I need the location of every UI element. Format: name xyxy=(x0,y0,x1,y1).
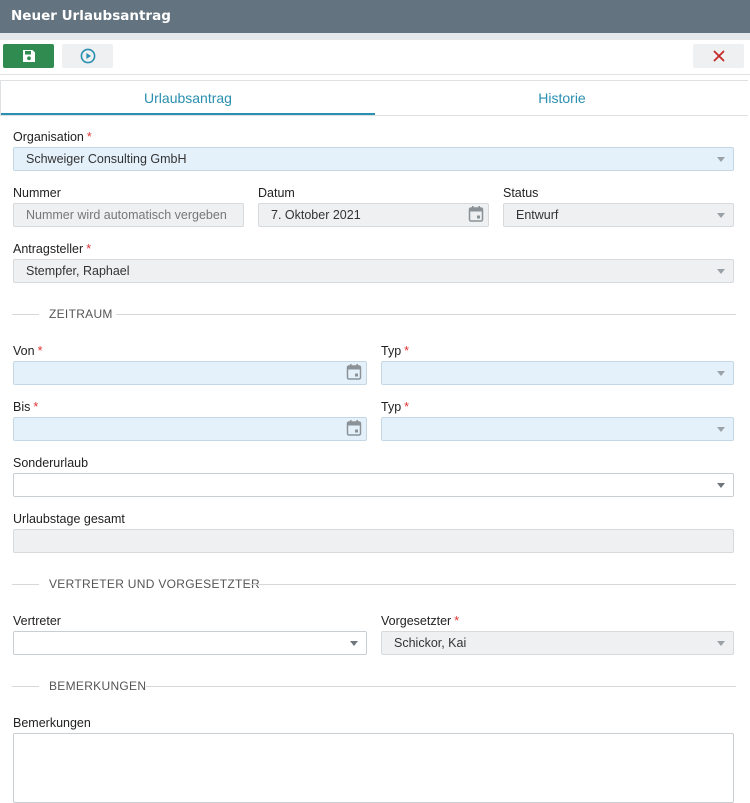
required-marker: * xyxy=(404,344,410,358)
required-marker: * xyxy=(404,400,410,414)
section-title: ZEITRAUM xyxy=(49,307,113,321)
chevron-down-icon xyxy=(717,371,725,376)
typ-label-text: Typ xyxy=(381,400,402,414)
bis-label: Bis * xyxy=(13,400,38,414)
save-button[interactable] xyxy=(3,44,54,68)
organisation-value: Schweiger Consulting GmbH xyxy=(26,152,187,166)
required-marker: * xyxy=(454,614,460,628)
antragsteller-value: Stempfer, Raphael xyxy=(26,264,130,278)
bemerkungen-label: Bemerkungen xyxy=(13,716,91,730)
sonderurlaub-label: Sonderurlaub xyxy=(13,456,89,470)
typ-bis-select[interactable] xyxy=(381,417,734,441)
divider xyxy=(116,314,736,315)
divider xyxy=(12,314,39,315)
divider xyxy=(12,584,39,585)
antragsteller-label: Antragsteller * xyxy=(13,242,91,256)
antragsteller-label-text: Antragsteller xyxy=(13,242,84,256)
calendar-icon[interactable] xyxy=(346,419,362,444)
status-label: Status xyxy=(503,186,539,200)
section-bemerkungen: BEMERKUNGEN xyxy=(12,679,736,693)
bis-date-field[interactable] xyxy=(13,417,367,441)
chevron-down-icon xyxy=(717,427,725,432)
chevron-down-icon xyxy=(717,213,725,218)
vertreter-select[interactable] xyxy=(13,631,367,655)
von-date-field[interactable] xyxy=(13,361,367,385)
typ-label-text: Typ xyxy=(381,344,402,358)
divider xyxy=(146,686,736,687)
nummer-field[interactable]: Nummer wird automatisch vergeben xyxy=(13,203,244,227)
tab-historie[interactable]: Historie xyxy=(375,81,749,115)
toolbar-separator xyxy=(0,33,750,40)
vertreter-label: Vertreter xyxy=(13,614,61,628)
section-title: BEMERKUNGEN xyxy=(49,679,147,693)
toolbar xyxy=(0,40,750,75)
organisation-label-text: Organisation xyxy=(13,130,84,144)
required-marker: * xyxy=(37,344,43,358)
chevron-down-icon xyxy=(717,641,725,646)
sonderurlaub-select[interactable] xyxy=(13,473,734,497)
datum-value: 7. Oktober 2021 xyxy=(271,208,361,222)
calendar-icon[interactable] xyxy=(468,205,484,230)
vorgesetzter-label: Vorgesetzter * xyxy=(381,614,459,628)
vorgesetzter-value: Schickor, Kai xyxy=(394,636,467,650)
nummer-label: Nummer xyxy=(13,186,61,200)
von-label-text: Von xyxy=(13,344,35,358)
required-marker: * xyxy=(86,242,92,256)
section-vertreter: VERTRETER UND VORGESETZTER xyxy=(12,577,736,591)
required-marker: * xyxy=(86,130,92,144)
play-circle-icon xyxy=(80,48,95,64)
bis-label-text: Bis xyxy=(13,400,31,414)
von-label: Von * xyxy=(13,344,42,358)
urlaubstage-label: Urlaubstage gesamt xyxy=(13,512,125,526)
chevron-down-icon xyxy=(717,157,725,162)
antragsteller-select[interactable]: Stempfer, Raphael xyxy=(13,259,734,283)
datum-field[interactable]: 7. Oktober 2021 xyxy=(258,203,489,227)
divider xyxy=(246,584,736,585)
tab-urlaubsantrag[interactable]: Urlaubsantrag xyxy=(1,81,375,115)
typ-von-select[interactable] xyxy=(381,361,734,385)
status-select[interactable]: Entwurf xyxy=(503,203,734,227)
start-workflow-button[interactable] xyxy=(62,44,113,68)
chevron-down-icon xyxy=(717,483,725,488)
organisation-label: Organisation * xyxy=(13,130,92,144)
vorgesetzter-select[interactable]: Schickor, Kai xyxy=(381,631,734,655)
save-icon xyxy=(22,50,35,62)
typ-label: Typ * xyxy=(381,344,409,358)
tab-bar: Urlaubsantrag Historie xyxy=(0,80,748,116)
status-value: Entwurf xyxy=(516,208,559,222)
organisation-select[interactable]: Schweiger Consulting GmbH xyxy=(13,147,734,171)
section-title: VERTRETER UND VORGESETZTER xyxy=(49,577,260,591)
window-title: Neuer Urlaubsantrag xyxy=(0,0,750,33)
chevron-down-icon xyxy=(717,269,725,274)
section-zeitraum: ZEITRAUM xyxy=(12,307,736,321)
bemerkungen-textarea[interactable] xyxy=(13,733,734,803)
divider xyxy=(12,686,39,687)
close-button[interactable] xyxy=(693,44,744,68)
typ-label: Typ * xyxy=(381,400,409,414)
vorgesetzter-label-text: Vorgesetzter xyxy=(381,614,452,628)
chevron-down-icon xyxy=(350,641,358,646)
datum-label: Datum xyxy=(258,186,295,200)
calendar-icon[interactable] xyxy=(346,363,362,388)
urlaubstage-field[interactable] xyxy=(13,529,734,553)
close-icon xyxy=(713,50,724,62)
required-marker: * xyxy=(33,400,39,414)
